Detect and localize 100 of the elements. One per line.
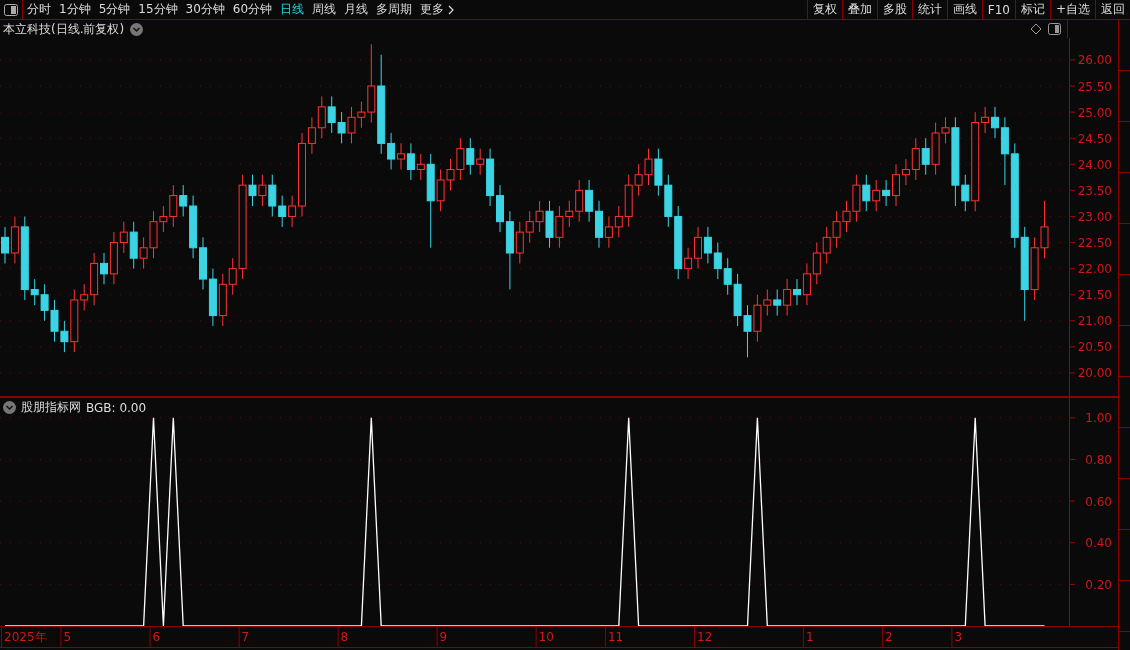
candlestick <box>901 158 910 186</box>
candlestick <box>466 137 475 176</box>
period-tab[interactable]: 15分钟 <box>134 0 182 19</box>
candlestick <box>50 299 59 343</box>
period-tab[interactable]: 月线 <box>340 0 373 19</box>
candlestick <box>258 174 267 207</box>
candlestick <box>802 262 811 306</box>
candlestick <box>1 226 9 264</box>
panel-toggle-icon <box>4 3 18 16</box>
date-label: 2025年 <box>4 630 47 644</box>
candlestick <box>456 137 465 181</box>
candlestick <box>634 163 643 197</box>
price-label: 26.00 <box>1077 53 1112 68</box>
candlestick <box>248 174 257 207</box>
price-label: 24.50 <box>1077 131 1112 146</box>
period-tab[interactable]: 分时 <box>23 0 55 19</box>
candlestick <box>436 168 445 212</box>
period-tab[interactable]: 5分钟 <box>94 0 135 19</box>
candlestick <box>416 153 425 181</box>
candlestick <box>357 101 366 129</box>
date-label: 10 <box>538 630 554 644</box>
candlestick <box>525 210 534 244</box>
date-label: 9 <box>439 630 448 644</box>
indicator-name: 股朋指标网 <box>21 399 81 416</box>
candlestick <box>684 247 693 280</box>
candlestick <box>862 174 871 212</box>
candlestick <box>713 242 722 280</box>
period-tab[interactable]: 1分钟 <box>55 0 95 19</box>
period-tab[interactable]: 周线 <box>308 0 341 19</box>
panel-toggle-icon[interactable] <box>1048 23 1061 35</box>
candlestick <box>872 179 881 212</box>
candlestick <box>763 289 772 317</box>
candlestick <box>476 148 485 176</box>
date-label: 1 <box>805 630 814 644</box>
candlestick <box>397 142 405 170</box>
candlestick <box>911 137 920 181</box>
candlestick <box>981 106 990 134</box>
period-tab[interactable]: 多周期 <box>372 0 417 19</box>
candlestick <box>40 283 49 322</box>
candlestick <box>703 226 712 264</box>
candlestick <box>169 184 178 228</box>
candlestick <box>228 257 237 296</box>
period-tab[interactable]: 60分钟 <box>228 0 277 19</box>
date-label: 12 <box>697 630 713 644</box>
indicator-label: 0.20 <box>1085 577 1112 592</box>
indicator-label: 0.60 <box>1085 494 1112 509</box>
more-button[interactable]: 更多 <box>416 0 460 19</box>
price-label: 21.00 <box>1077 314 1112 329</box>
candlestick <box>406 142 415 181</box>
candlestick <box>961 174 970 212</box>
candlestick <box>100 252 108 285</box>
candlestick <box>446 158 455 191</box>
candlestick <box>585 179 594 223</box>
candlestick <box>535 200 544 233</box>
price-label: 25.50 <box>1077 79 1112 94</box>
candlestick <box>882 179 891 207</box>
price-label: 23.00 <box>1077 209 1112 224</box>
price-label: 22.50 <box>1077 236 1112 251</box>
candlestick <box>317 95 326 139</box>
period-tab[interactable]: 日线 <box>276 0 309 19</box>
candlestick <box>1040 200 1049 259</box>
candlestick <box>30 278 39 306</box>
candlestick <box>822 226 831 264</box>
candlestick <box>793 278 801 306</box>
diamond-icon[interactable] <box>1030 23 1042 35</box>
candlestick <box>694 226 702 270</box>
candlestick <box>347 106 356 144</box>
candlestick <box>278 195 287 228</box>
date-label: 2 <box>885 630 893 644</box>
candlestick <box>387 132 396 170</box>
date-label: 3 <box>954 630 963 644</box>
date-label: 5 <box>63 630 72 644</box>
candlestick <box>307 116 316 155</box>
candlestick <box>327 95 336 134</box>
candlestick <box>119 221 128 254</box>
date-label: 6 <box>152 630 161 644</box>
candlestick <box>892 163 900 207</box>
date-label: 7 <box>241 630 250 644</box>
chart-title: 本立科技(日线.前复权) <box>3 20 125 38</box>
price-label: 22.00 <box>1077 262 1112 277</box>
candlestick <box>565 200 574 228</box>
candlestick <box>773 289 782 317</box>
candlestick <box>555 205 564 249</box>
dropdown-icon[interactable] <box>130 22 144 36</box>
indicator-label: 1.00 <box>1085 411 1112 426</box>
period-tab[interactable]: 30分钟 <box>181 0 229 19</box>
candlestick <box>991 106 999 139</box>
candlestick <box>832 210 841 249</box>
price-label: 23.50 <box>1077 183 1112 198</box>
candlestick <box>604 215 613 249</box>
price-label: 24.00 <box>1077 157 1112 172</box>
candlestick <box>723 257 732 296</box>
price-label: 25.00 <box>1077 105 1112 120</box>
candlestick <box>941 116 950 144</box>
dropdown-icon[interactable] <box>3 401 16 414</box>
indicator-label: 0.40 <box>1085 536 1112 551</box>
date-label: 8 <box>340 630 349 644</box>
candlestick <box>614 205 623 238</box>
candlestick <box>139 236 148 270</box>
candlestick <box>783 278 792 317</box>
